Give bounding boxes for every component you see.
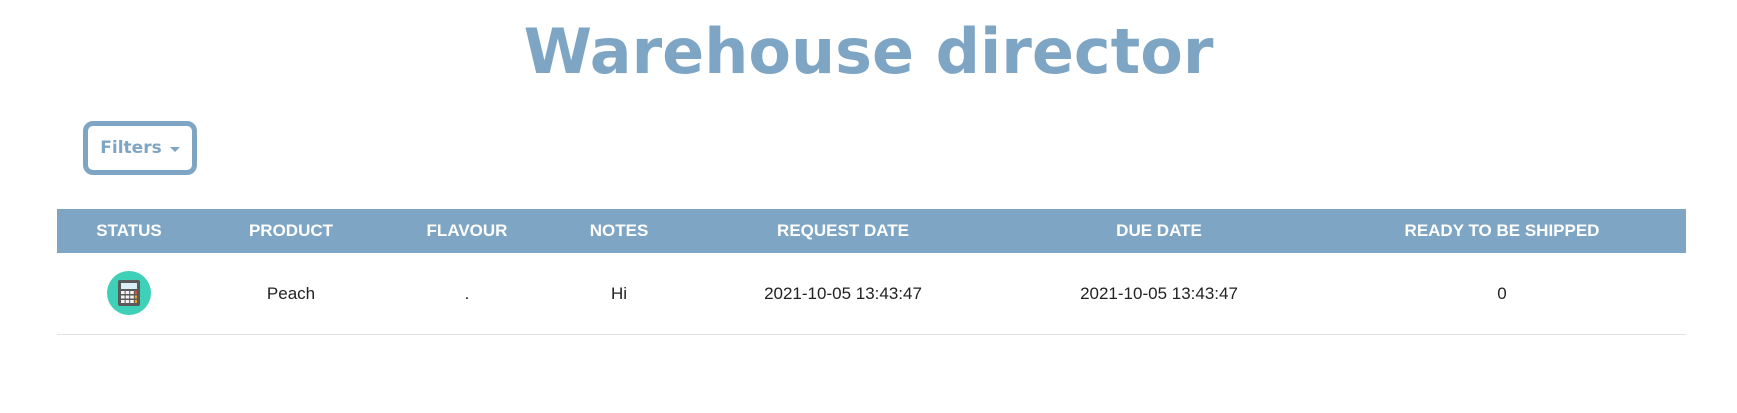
column-header-ready-to-be-shipped[interactable]: READY TO BE SHIPPED: [1405, 209, 1600, 253]
column-header-flavour[interactable]: FLAVOUR: [427, 209, 508, 253]
orders-table: STATUS PRODUCT FLAVOUR NOTES REQUEST DAT…: [57, 209, 1686, 335]
cell-due-date: 2021-10-05 13:43:47: [1080, 284, 1238, 303]
page: Warehouse director Filters STATUS PRODUC…: [0, 0, 1737, 413]
table-header: STATUS PRODUCT FLAVOUR NOTES REQUEST DAT…: [57, 209, 1686, 253]
column-header-notes[interactable]: NOTES: [590, 209, 649, 253]
column-header-status[interactable]: STATUS: [96, 209, 161, 253]
filters-dropdown-button[interactable]: Filters: [83, 121, 197, 175]
cell-notes: Hi: [610, 284, 628, 303]
column-header-product[interactable]: PRODUCT: [249, 209, 333, 253]
column-header-request-date[interactable]: REQUEST DATE: [777, 209, 909, 253]
table-row[interactable]: Peach . Hi 2021-10-05 13:43:47 2021-10-0…: [57, 253, 1686, 335]
calculator-icon[interactable]: [107, 271, 151, 315]
cell-request-date: 2021-10-05 13:43:47: [764, 284, 922, 303]
cell-ready-to-be-shipped: 0: [1497, 284, 1507, 303]
filters-button-label: Filters: [100, 138, 162, 158]
column-header-due-date[interactable]: DUE DATE: [1116, 209, 1202, 253]
cell-flavour: .: [464, 284, 470, 303]
cell-product: Peach: [266, 284, 316, 303]
caret-down-icon: [169, 146, 180, 152]
page-title: Warehouse director: [523, 15, 1214, 88]
